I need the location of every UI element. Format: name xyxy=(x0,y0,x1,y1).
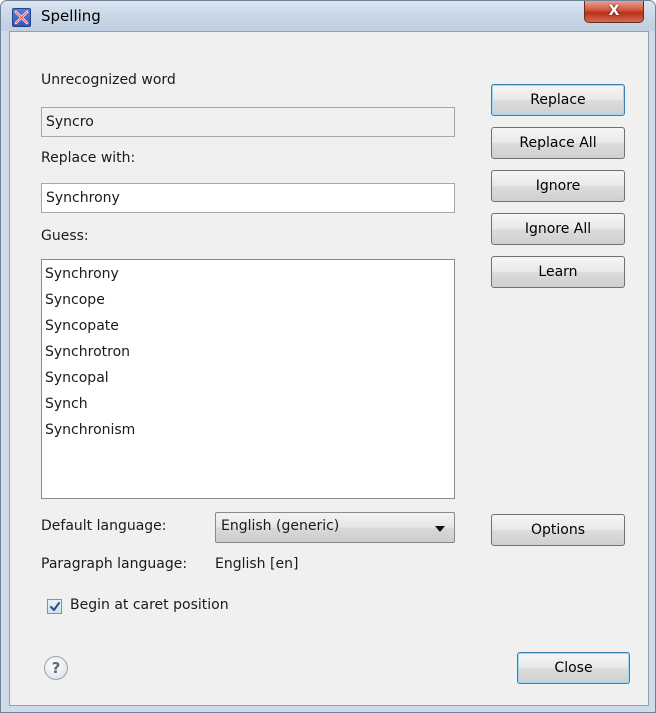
dialog-body: Unrecognized word Syncro Replace with: S… xyxy=(9,31,649,706)
guess-item[interactable]: Syncopate xyxy=(45,314,451,340)
replace-button[interactable]: Replace xyxy=(491,84,625,116)
close-button[interactable]: Close xyxy=(517,652,630,684)
begin-at-caret-checkbox[interactable] xyxy=(47,599,62,614)
help-icon[interactable]: ? xyxy=(44,656,68,680)
default-language-select[interactable]: English (generic) xyxy=(215,512,455,543)
close-icon: X xyxy=(608,3,620,19)
close-window-button[interactable]: X xyxy=(584,1,644,23)
unrecognized-word-field: Syncro xyxy=(41,107,455,137)
window-title: Spelling xyxy=(41,7,101,25)
ignore-all-button[interactable]: Ignore All xyxy=(491,213,625,245)
replace-with-label: Replace with: xyxy=(41,150,136,166)
chevron-down-icon xyxy=(435,526,445,532)
guess-list[interactable]: Synchrony Syncope Syncopate Synchrotron … xyxy=(41,259,455,499)
app-logo-icon xyxy=(12,8,31,27)
check-icon xyxy=(50,602,60,611)
unrecognized-word-label: Unrecognized word xyxy=(41,72,176,88)
guess-item[interactable]: Synchrony xyxy=(45,262,451,288)
paragraph-language-label: Paragraph language: xyxy=(41,556,188,572)
paragraph-language-value: English [en] xyxy=(215,556,299,572)
begin-at-caret-label[interactable]: Begin at caret position xyxy=(70,597,229,613)
default-language-value: English (generic) xyxy=(221,518,340,534)
guess-label: Guess: xyxy=(41,228,89,244)
guess-item[interactable]: Syncopal xyxy=(45,366,451,392)
spelling-dialog: Spelling X Unrecognized word Syncro Repl… xyxy=(0,0,656,713)
options-button[interactable]: Options xyxy=(491,514,625,546)
learn-button[interactable]: Learn xyxy=(491,256,625,288)
guess-item[interactable]: Synch xyxy=(45,392,451,418)
default-language-label: Default language: xyxy=(41,518,167,534)
guess-item[interactable]: Synchronism xyxy=(45,418,451,444)
title-bar[interactable]: Spelling X xyxy=(1,1,655,31)
guess-item[interactable]: Syncope xyxy=(45,288,451,314)
replace-with-input[interactable]: Synchrony xyxy=(41,183,455,213)
ignore-button[interactable]: Ignore xyxy=(491,170,625,202)
replace-all-button[interactable]: Replace All xyxy=(491,127,625,159)
guess-item[interactable]: Synchrotron xyxy=(45,340,451,366)
